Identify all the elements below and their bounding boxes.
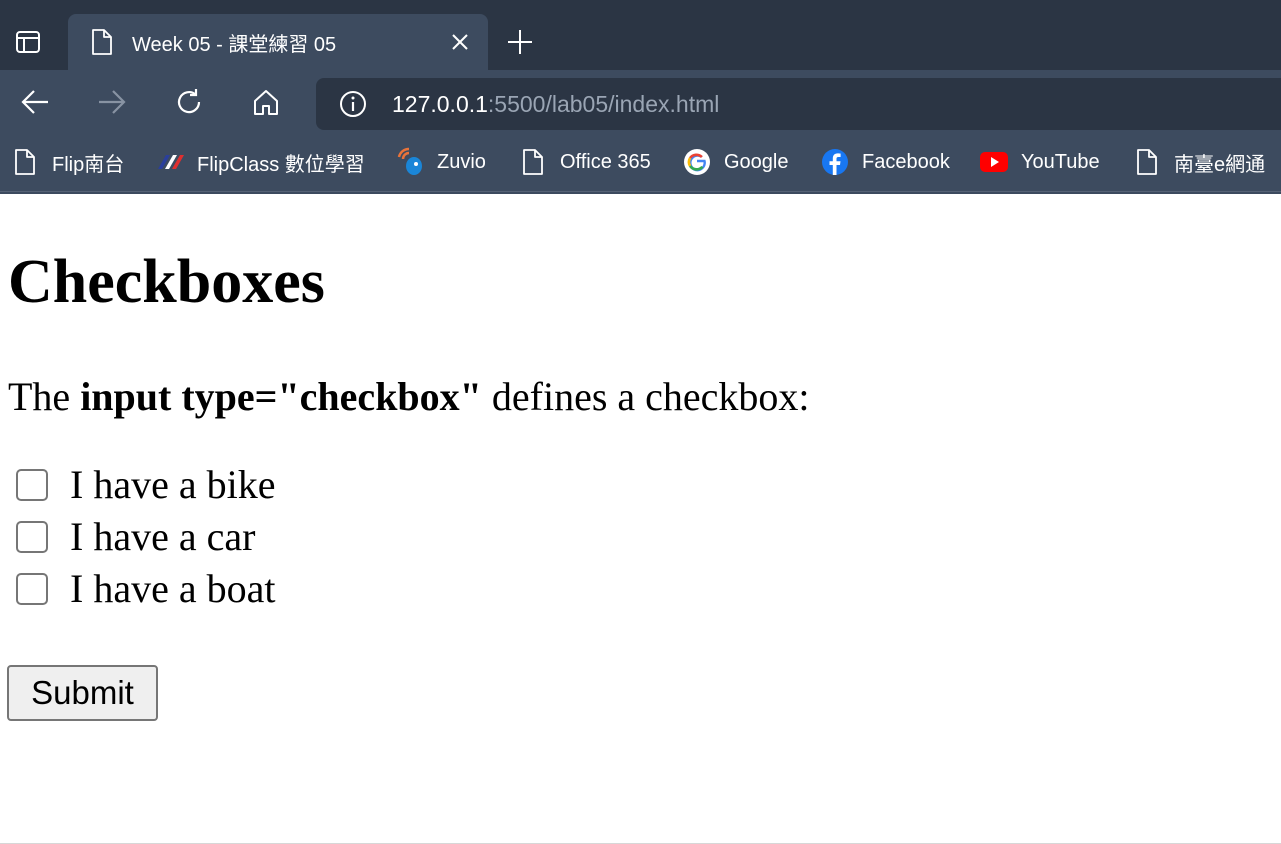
flipclass-icon [155, 147, 185, 177]
document-icon [1132, 147, 1162, 177]
submit-button[interactable]: Submit [7, 665, 158, 721]
address-bar[interactable]: 127.0.0.1:5500/lab05/index.html [316, 78, 1281, 130]
tab-actions-icon [16, 31, 40, 53]
checkbox-row-car: I have a car [16, 515, 255, 559]
close-icon [452, 34, 468, 50]
intro-paragraph: The input type="checkbox" defines a chec… [8, 374, 810, 420]
bookmark-label: Zuvio [437, 150, 486, 173]
bookmark-google[interactable]: Google [682, 146, 789, 178]
bookmarks-bar: Flip南台 FlipClass 數位學習 Zuvio Office 365 G… [0, 134, 1281, 192]
bookmark-office365[interactable]: Office 365 [518, 146, 651, 178]
bookmark-facebook[interactable]: Facebook [820, 146, 950, 178]
document-icon [10, 147, 40, 177]
home-button[interactable] [246, 82, 286, 122]
url-path: :5500/lab05/index.html [487, 90, 720, 117]
new-tab-button[interactable] [500, 22, 540, 62]
checkbox-label-boat[interactable]: I have a boat [70, 567, 275, 611]
bookmark-flip[interactable]: Flip南台 [10, 146, 124, 178]
arrow-left-icon [21, 90, 48, 114]
navigation-bar: 127.0.0.1:5500/lab05/index.html [0, 70, 1281, 134]
intro-suffix: defines a checkbox: [491, 374, 810, 419]
checkbox-bike[interactable] [16, 469, 48, 501]
forward-button[interactable] [92, 82, 132, 122]
bookmark-label: YouTube [1021, 150, 1100, 173]
info-icon [340, 91, 366, 117]
page-content: Checkboxes The input type="checkbox" def… [0, 194, 1281, 844]
tab-title: Week 05 - 課堂練習 05 [132, 33, 337, 56]
site-info-button[interactable] [338, 89, 368, 119]
bookmark-zuvio[interactable]: Zuvio [395, 146, 486, 178]
browser-chrome: Week 05 - 課堂練習 05 127.0.0.1:5500/lab05/i… [0, 0, 1281, 194]
bookmark-label: Office 365 [560, 150, 651, 173]
back-button[interactable] [15, 82, 55, 122]
url-host: 127.0.0.1 [392, 90, 488, 117]
intro-bold-code: input type="checkbox" [80, 374, 482, 419]
google-icon [682, 147, 712, 177]
tab-active[interactable]: Week 05 - 課堂練習 05 [68, 14, 488, 70]
close-tab-button[interactable] [446, 28, 474, 56]
checkbox-row-bike: I have a bike [16, 463, 275, 507]
bookmark-label: Google [724, 150, 789, 173]
page-document-icon [90, 27, 114, 57]
checkbox-label-bike[interactable]: I have a bike [70, 463, 275, 507]
facebook-icon [820, 147, 850, 177]
intro-prefix: The [8, 374, 71, 419]
bookmark-stust[interactable]: 南臺e網通 [1132, 146, 1265, 178]
youtube-icon [979, 147, 1009, 177]
document-icon [518, 147, 548, 177]
zuvio-icon [395, 147, 425, 177]
page-heading: Checkboxes [8, 248, 325, 316]
bookmark-flipclass[interactable]: FlipClass 數位學習 [155, 146, 365, 178]
bookmark-label: Flip南台 [52, 153, 125, 176]
url-text[interactable]: 127.0.0.1:5500/lab05/index.html [392, 91, 719, 118]
home-icon [254, 90, 278, 115]
refresh-icon [177, 89, 201, 114]
bookmark-youtube[interactable]: YouTube [979, 146, 1100, 178]
bookmark-label: Facebook [862, 150, 950, 173]
bookmark-label: FlipClass 數位學習 [197, 153, 365, 176]
tab-strip: Week 05 - 課堂練習 05 [0, 0, 1281, 70]
checkbox-boat[interactable] [16, 573, 48, 605]
checkbox-label-car[interactable]: I have a car [70, 515, 255, 559]
checkbox-car[interactable] [16, 521, 48, 553]
tab-actions-button[interactable] [8, 22, 48, 62]
plus-icon [508, 30, 532, 54]
arrow-right-icon [99, 90, 126, 114]
reload-button[interactable] [169, 82, 209, 122]
checkbox-row-boat: I have a boat [16, 567, 275, 611]
bookmark-label: 南臺e網通 [1174, 153, 1266, 176]
